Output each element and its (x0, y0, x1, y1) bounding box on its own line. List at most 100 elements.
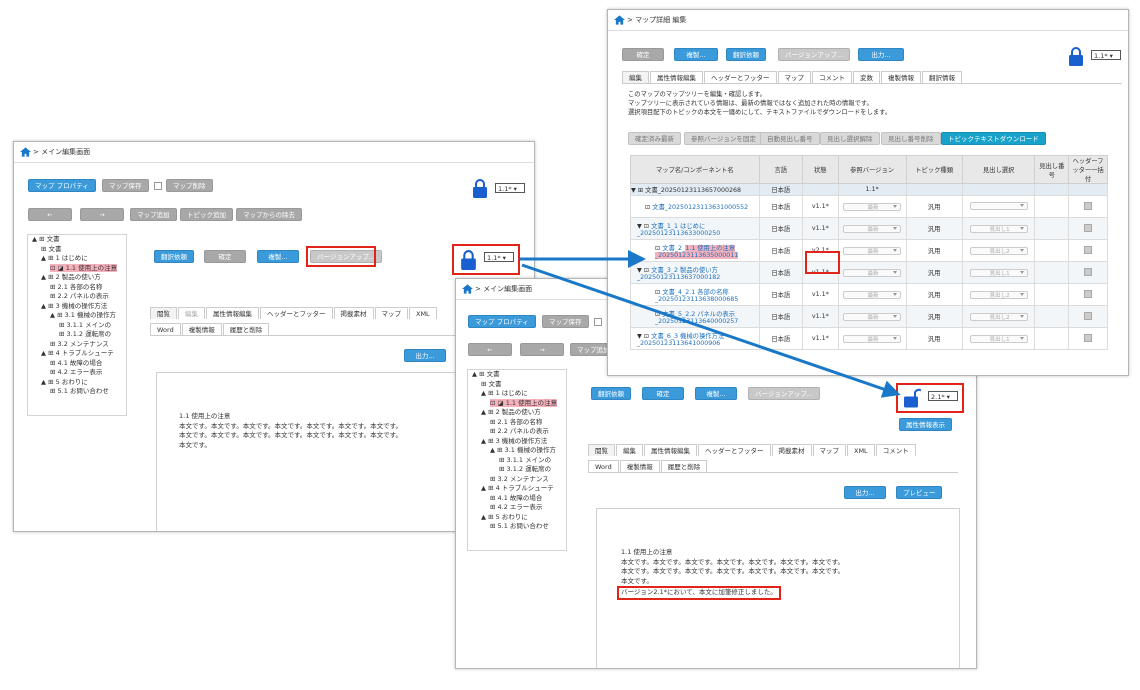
tab-0[interactable]: Word (588, 460, 619, 472)
heading-select[interactable]: 見出し2 (969, 290, 1028, 299)
tab-5[interactable]: マップ (374, 307, 408, 319)
tree-item[interactable]: ⊡ ◪ 1.1 使用上の注意 (468, 398, 566, 409)
forward-button[interactable]: → (80, 208, 124, 221)
ref-version-select[interactable]: 最新 (843, 224, 902, 233)
tree-item[interactable]: ▲ ⊞ 5 おわりに (468, 513, 566, 523)
tab-6[interactable]: XML (847, 444, 875, 456)
delete-heading-number-button[interactable]: 見出し番号削除 (881, 132, 941, 145)
tab-2[interactable]: 属性情報編集 (206, 307, 259, 319)
confirm-button[interactable]: 確定 (204, 250, 246, 263)
output-button[interactable]: 出力... (404, 349, 446, 362)
tree-item[interactable]: ⊞ 3.1.2 運転席の (468, 465, 566, 475)
table-row[interactable]: ▼ ⊡ 文書_3_2 製品の使い方_20250123113637000182 日本… (630, 261, 1108, 284)
tab-4[interactable]: コメント (812, 71, 852, 83)
version-select[interactable]: 1.1* ▾ (1091, 50, 1121, 60)
tab-3[interactable]: マップ (777, 71, 811, 83)
tab-5[interactable]: 変数 (853, 71, 880, 83)
attribute-display-button[interactable]: 属性情報表示 (899, 418, 952, 431)
version-up-button[interactable]: バージョンアップ... (778, 48, 851, 61)
tree-item[interactable]: ▲ ⊞ 3.1 機械の操作方 (468, 446, 566, 456)
table-row[interactable]: ⊡ 文書_5_2.2 パネルの表示_20250123113640000257 日本… (630, 305, 1108, 328)
output-button[interactable]: 出力... (844, 486, 886, 499)
map-property-button[interactable]: マップ プロパティ (468, 315, 536, 328)
map-delete-button[interactable]: マップ削除 (166, 179, 213, 192)
version-up-button[interactable]: バージョンアップ... (748, 387, 821, 400)
map-add-button[interactable]: マップ追加 (130, 208, 177, 221)
clear-heading-selection-button[interactable]: 見出し選択解除 (820, 132, 880, 145)
fix-ref-version-button[interactable]: 参照バージョンを固定 (684, 132, 763, 145)
hf-checkbox[interactable] (1084, 223, 1093, 232)
heading-select[interactable]: 見出し1 (969, 224, 1028, 233)
cell-name-text[interactable]: 文書_1_1 はじめに_20250123113633000250 (637, 223, 720, 237)
tab-5[interactable]: マップ (812, 444, 846, 456)
tree-item[interactable]: ▲ ⊞ 3 機械の操作方法 (28, 302, 126, 312)
ref-version-select[interactable]: 最新 (843, 202, 902, 211)
tree-item[interactable]: ⊞ 4.2 エラー表示 (468, 503, 566, 513)
duplicate-button[interactable]: 複製... (695, 387, 737, 400)
topic-add-button[interactable]: トピック追加 (180, 208, 233, 221)
tree-item[interactable]: ▲ ⊞ 1 はじめに (468, 389, 566, 399)
home-icon[interactable] (20, 147, 31, 157)
tree-item[interactable]: ⊞ 3.1.1 メインの (28, 321, 126, 331)
tab-4[interactable]: 掲載素材 (333, 307, 374, 319)
tree-item[interactable]: ⊞ 2.2 パネルの表示 (468, 427, 566, 437)
tree-item[interactable]: ⊞ 2.2 パネルの表示 (28, 292, 126, 302)
tab-2[interactable]: 履歴と削除 (222, 323, 270, 335)
tree-item[interactable]: ⊞ 3.1.1 メインの (468, 456, 566, 466)
tab-1[interactable]: 属性情報編集 (650, 71, 703, 83)
tab-0[interactable]: 閲覧 (588, 444, 615, 456)
tab-6[interactable]: 複製情報 (881, 71, 921, 83)
tree-item[interactable]: ▲ ⊞ 文書 (28, 235, 126, 245)
tree-item[interactable]: ⊞ 3.2 メンテナンス (28, 340, 126, 350)
tree-item[interactable]: ▲ ⊞ 5 おわりに (28, 378, 126, 388)
tab-6[interactable]: XML (409, 307, 437, 319)
tree-item[interactable]: ▲ ⊞ 1 はじめに (28, 254, 126, 264)
translate-request-button[interactable]: 翻訳依頼 (726, 48, 766, 61)
hf-checkbox[interactable] (1084, 289, 1093, 298)
table-row[interactable]: ▼ ⊞ 文書_20250123113657000268 日本語 1.1* (630, 183, 1108, 196)
translate-request-button[interactable]: 翻訳依頼 (591, 387, 631, 400)
hf-checkbox[interactable] (1084, 267, 1093, 276)
tab-4[interactable]: 掲載素材 (771, 444, 812, 456)
tab-1[interactable]: 編集 (616, 444, 643, 456)
tab-7[interactable]: 翻訳情報 (922, 71, 962, 83)
heading-select[interactable]: 見出し2 (969, 312, 1028, 321)
translate-request-button[interactable]: 翻訳依頼 (154, 250, 194, 263)
confirm-button[interactable]: 確定 (622, 48, 664, 61)
tree-item[interactable]: ▲ ⊞ 3.1 機械の操作方 (28, 311, 126, 321)
tree-item[interactable]: ⊞ 3.2 メンテナンス (468, 475, 566, 485)
ref-version-select[interactable]: 最新 (843, 334, 902, 343)
table-row[interactable]: ▼ ⊡ 文書_6_3 機械の操作方法_20250123113641000906 日… (630, 327, 1108, 350)
cell-name-text[interactable]: 文書_5_2.2 パネルの表示_20250123113640000257 (655, 311, 738, 325)
version-select[interactable]: 1.1* ▾ (495, 183, 525, 193)
duplicate-button[interactable]: 複製... (674, 48, 718, 61)
map-delete-checkbox[interactable] (154, 182, 162, 190)
hf-checkbox[interactable] (1084, 245, 1093, 254)
table-row[interactable]: ⊡ 文書_4_2.1 各部の名称_20250123113638000685 日本語… (630, 283, 1108, 306)
heading-select[interactable]: 見出し1 (969, 268, 1028, 277)
tree-item[interactable]: ▲ ⊞ 4 トラブルシューテ (468, 484, 566, 494)
ref-version-select[interactable]: 最新 (843, 290, 902, 299)
tree-item[interactable]: ▲ ⊞ 2 製品の使い方 (28, 273, 126, 283)
tab-2[interactable]: 属性情報編集 (644, 444, 697, 456)
home-icon[interactable] (614, 15, 625, 25)
table-row[interactable]: ⊡ 文書_2_1.1 使用上の注意_20250123113635000011 日本… (630, 239, 1108, 262)
tree-item[interactable]: ⊞ 2.1 各部の名称 (468, 418, 566, 428)
tab-3[interactable]: ヘッダーとフッター (260, 307, 333, 319)
tree-item[interactable]: ⊡ ◪ 1.1 使用上の注意 (28, 263, 126, 274)
tree-item[interactable]: ⊞ 2.1 各部の名称 (28, 283, 126, 293)
tree-item[interactable]: ⊞ 5.1 お問い合わせ (468, 522, 566, 532)
home-icon[interactable] (462, 284, 473, 294)
tree-item[interactable]: ⊞ 4.2 エラー表示 (28, 368, 126, 378)
cell-name-text[interactable]: 文書_2_ (662, 245, 685, 252)
cell-name-text[interactable]: 文書_20250123113631000552 (652, 204, 748, 211)
cell-name-text[interactable]: 文書_3_2 製品の使い方_20250123113637000182 (637, 267, 720, 281)
cell-name-text[interactable]: 文書_6_3 機械の操作方法_20250123113641000906 (637, 333, 724, 347)
tab-0[interactable]: Word (150, 323, 181, 335)
tab-2[interactable]: ヘッダーとフッター (704, 71, 777, 83)
map-delete-checkbox[interactable] (594, 318, 602, 326)
map-save-button[interactable]: マップ保存 (102, 179, 149, 192)
back-button[interactable]: ← (28, 208, 72, 221)
hf-checkbox[interactable] (1084, 201, 1093, 210)
cell-name-text[interactable]: 文書_4_2.1 各部の名称_20250123113638000685 (655, 289, 738, 303)
